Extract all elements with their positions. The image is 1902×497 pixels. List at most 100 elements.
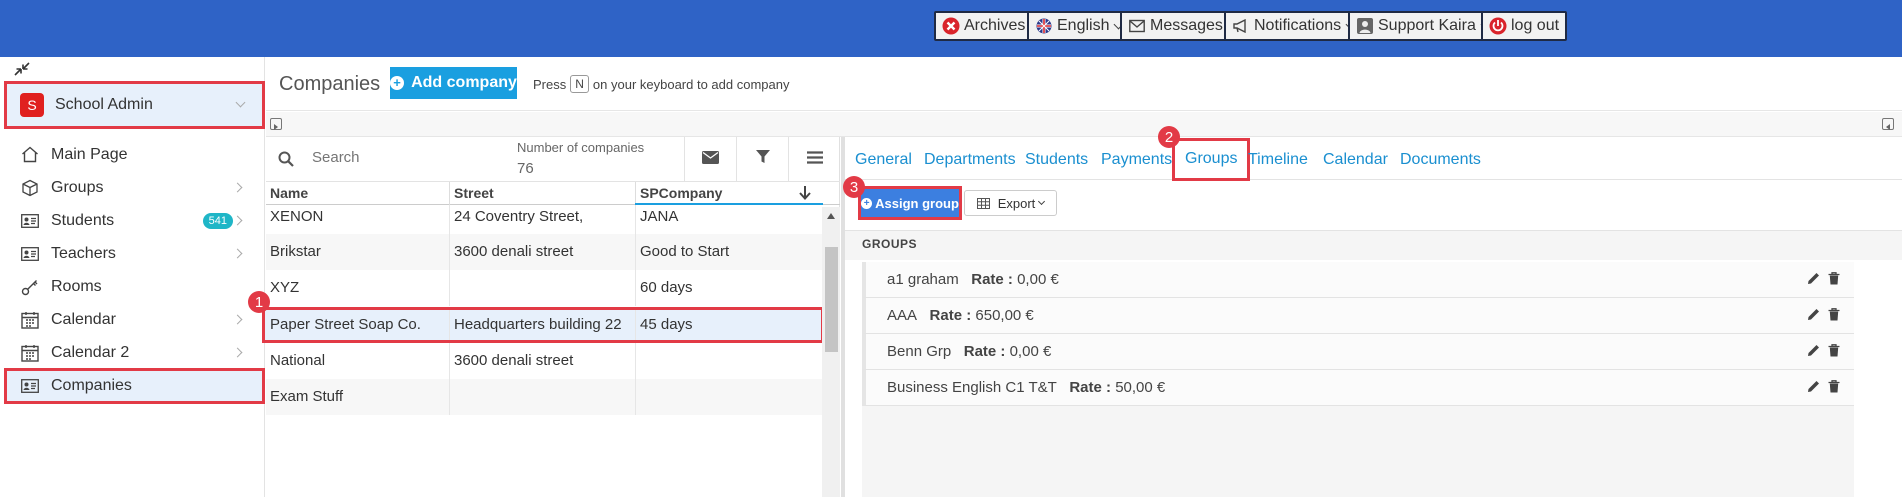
groups-list: a1 graham Rate : 0,00 € AAA Rate : 650,0…	[862, 262, 1854, 497]
sidebar-item-rooms[interactable]: Rooms	[0, 270, 265, 303]
sidebar-item-teachers[interactable]: Teachers	[0, 237, 265, 270]
list-item: AAA Rate : 650,00 €	[862, 298, 1854, 334]
column-header-spcompany[interactable]: SPCompany	[640, 185, 722, 201]
rate-label: Rate :	[963, 343, 1006, 360]
user-dropdown[interactable]: Support Kaira	[1348, 11, 1497, 41]
user-label: Support Kaira	[1378, 17, 1476, 34]
messages-label: Messages	[1150, 17, 1223, 34]
panel-toggle-bar	[266, 112, 1902, 137]
archives-button[interactable]: Archives	[934, 11, 1034, 41]
megaphone-icon	[1232, 17, 1250, 35]
collapse-panel-icon[interactable]	[1882, 118, 1894, 130]
user-icon	[1356, 17, 1374, 35]
group-name: AAA	[887, 307, 918, 324]
school-selector[interactable]: S School Admin	[4, 81, 265, 129]
notifications-dropdown[interactable]: Notifications	[1224, 11, 1363, 41]
company-detail-panel: General Departments Students Payments Gr…	[841, 137, 1902, 497]
id-card-icon	[21, 377, 39, 395]
tab-payments[interactable]: Payments	[1101, 151, 1172, 169]
sidebar-item-companies[interactable]: Companies	[4, 368, 265, 404]
sidebar-item-label: Calendar	[51, 310, 116, 328]
pencil-icon[interactable]	[1807, 344, 1820, 362]
tab-calendar[interactable]: Calendar	[1323, 151, 1388, 169]
close-circle-icon	[942, 17, 960, 35]
sidebar-item-calendar-2[interactable]: Calendar 2	[0, 336, 265, 369]
hamburger-icon	[806, 150, 823, 169]
id-card-icon	[21, 212, 39, 230]
step-marker-1: 1	[248, 291, 270, 313]
tab-documents[interactable]: Documents	[1400, 151, 1481, 169]
tab-general[interactable]: General	[855, 151, 912, 169]
envelope-icon	[1128, 17, 1146, 35]
table-row[interactable]: XENON 24 Coventry Street, JANA	[266, 205, 822, 234]
keyboard-hint: Press N on your keyboard to add company	[533, 75, 790, 93]
group-rate: 0,00 €	[1017, 271, 1059, 288]
tab-departments[interactable]: Departments	[924, 151, 1016, 169]
search-input[interactable]	[312, 149, 492, 166]
table-row-selected[interactable]: Paper Street Soap Co. Headquarters build…	[262, 307, 824, 343]
page-header: Companies + Add company Press N on your …	[266, 57, 1902, 111]
detail-tabs: General Departments Students Payments Gr…	[845, 137, 1902, 181]
pencil-icon[interactable]	[1807, 272, 1820, 290]
pencil-icon[interactable]	[1807, 308, 1820, 326]
trash-icon[interactable]	[1828, 380, 1840, 398]
companies-count-value: 76	[517, 160, 534, 177]
calendar-icon	[21, 311, 39, 329]
sidebar-item-label: Calendar 2	[51, 343, 130, 361]
list-item: Benn Grp Rate : 0,00 €	[862, 334, 1854, 370]
sidebar-item-main-page[interactable]: Main Page	[0, 138, 265, 171]
box-icon	[21, 179, 39, 197]
sidebar-item-students[interactable]: Students 541	[0, 204, 265, 237]
table-icon	[976, 197, 990, 209]
logout-button[interactable]: log out	[1481, 11, 1568, 41]
export-label: Export	[997, 195, 1036, 211]
envelope-icon	[702, 150, 719, 169]
table-row[interactable]: Brikstar 3600 denali street Good to Star…	[266, 234, 822, 270]
rate-label: Rate :	[1069, 379, 1112, 396]
groups-section-header: GROUPS	[845, 230, 1902, 260]
tab-groups[interactable]: Groups	[1172, 138, 1251, 181]
sidebar-item-calendar[interactable]: Calendar	[0, 303, 265, 336]
table-row[interactable]: National 3600 denali street	[266, 343, 822, 379]
filter-icon	[755, 150, 770, 169]
expand-panel-icon[interactable]	[270, 118, 282, 130]
table-row[interactable]: Exam Stuff	[266, 379, 822, 415]
menu-button[interactable]	[788, 137, 840, 182]
trash-icon[interactable]	[1828, 308, 1840, 326]
column-header-name[interactable]: Name	[270, 185, 308, 201]
trash-icon[interactable]	[1828, 344, 1840, 362]
scrollbar-thumb[interactable]	[825, 247, 838, 352]
list-item: a1 graham Rate : 0,00 €	[862, 262, 1854, 298]
trash-icon[interactable]	[1828, 272, 1840, 290]
search-icon	[278, 151, 294, 167]
filter-button[interactable]	[736, 137, 788, 182]
sidebar-item-label: Teachers	[51, 244, 116, 262]
plus-circle-icon: +	[390, 76, 405, 90]
group-name: a1 graham	[887, 271, 959, 288]
tab-timeline[interactable]: Timeline	[1248, 151, 1308, 169]
assign-group-label: Assign group	[875, 195, 959, 211]
assign-group-button[interactable]: + Assign group	[858, 186, 962, 220]
column-header-street[interactable]: Street	[454, 185, 494, 201]
step-marker-3: 3	[843, 176, 865, 198]
chevron-right-icon	[232, 248, 243, 259]
collapse-arrows-icon[interactable]	[12, 60, 32, 78]
email-button[interactable]	[684, 137, 736, 182]
step-marker-2: 2	[1158, 126, 1180, 148]
table-row[interactable]: XYZ 60 days	[266, 270, 822, 306]
chevron-down-icon	[1038, 197, 1046, 206]
pencil-icon[interactable]	[1807, 380, 1820, 398]
sidebar-item-label: Rooms	[51, 277, 102, 295]
add-company-button[interactable]: + Add company	[390, 67, 517, 99]
group-name: Benn Grp	[887, 343, 952, 360]
sidebar-item-groups[interactable]: Groups	[0, 171, 265, 204]
language-dropdown[interactable]: English	[1027, 11, 1131, 41]
school-avatar: S	[20, 93, 44, 117]
home-icon	[21, 146, 39, 164]
students-count-badge: 541	[202, 212, 233, 229]
tab-students[interactable]: Students	[1025, 151, 1088, 169]
school-name: School Admin	[55, 96, 153, 113]
export-dropdown[interactable]: Export	[964, 190, 1057, 216]
chevron-right-icon	[232, 182, 243, 193]
scroll-up-arrow-icon[interactable]	[827, 213, 835, 219]
